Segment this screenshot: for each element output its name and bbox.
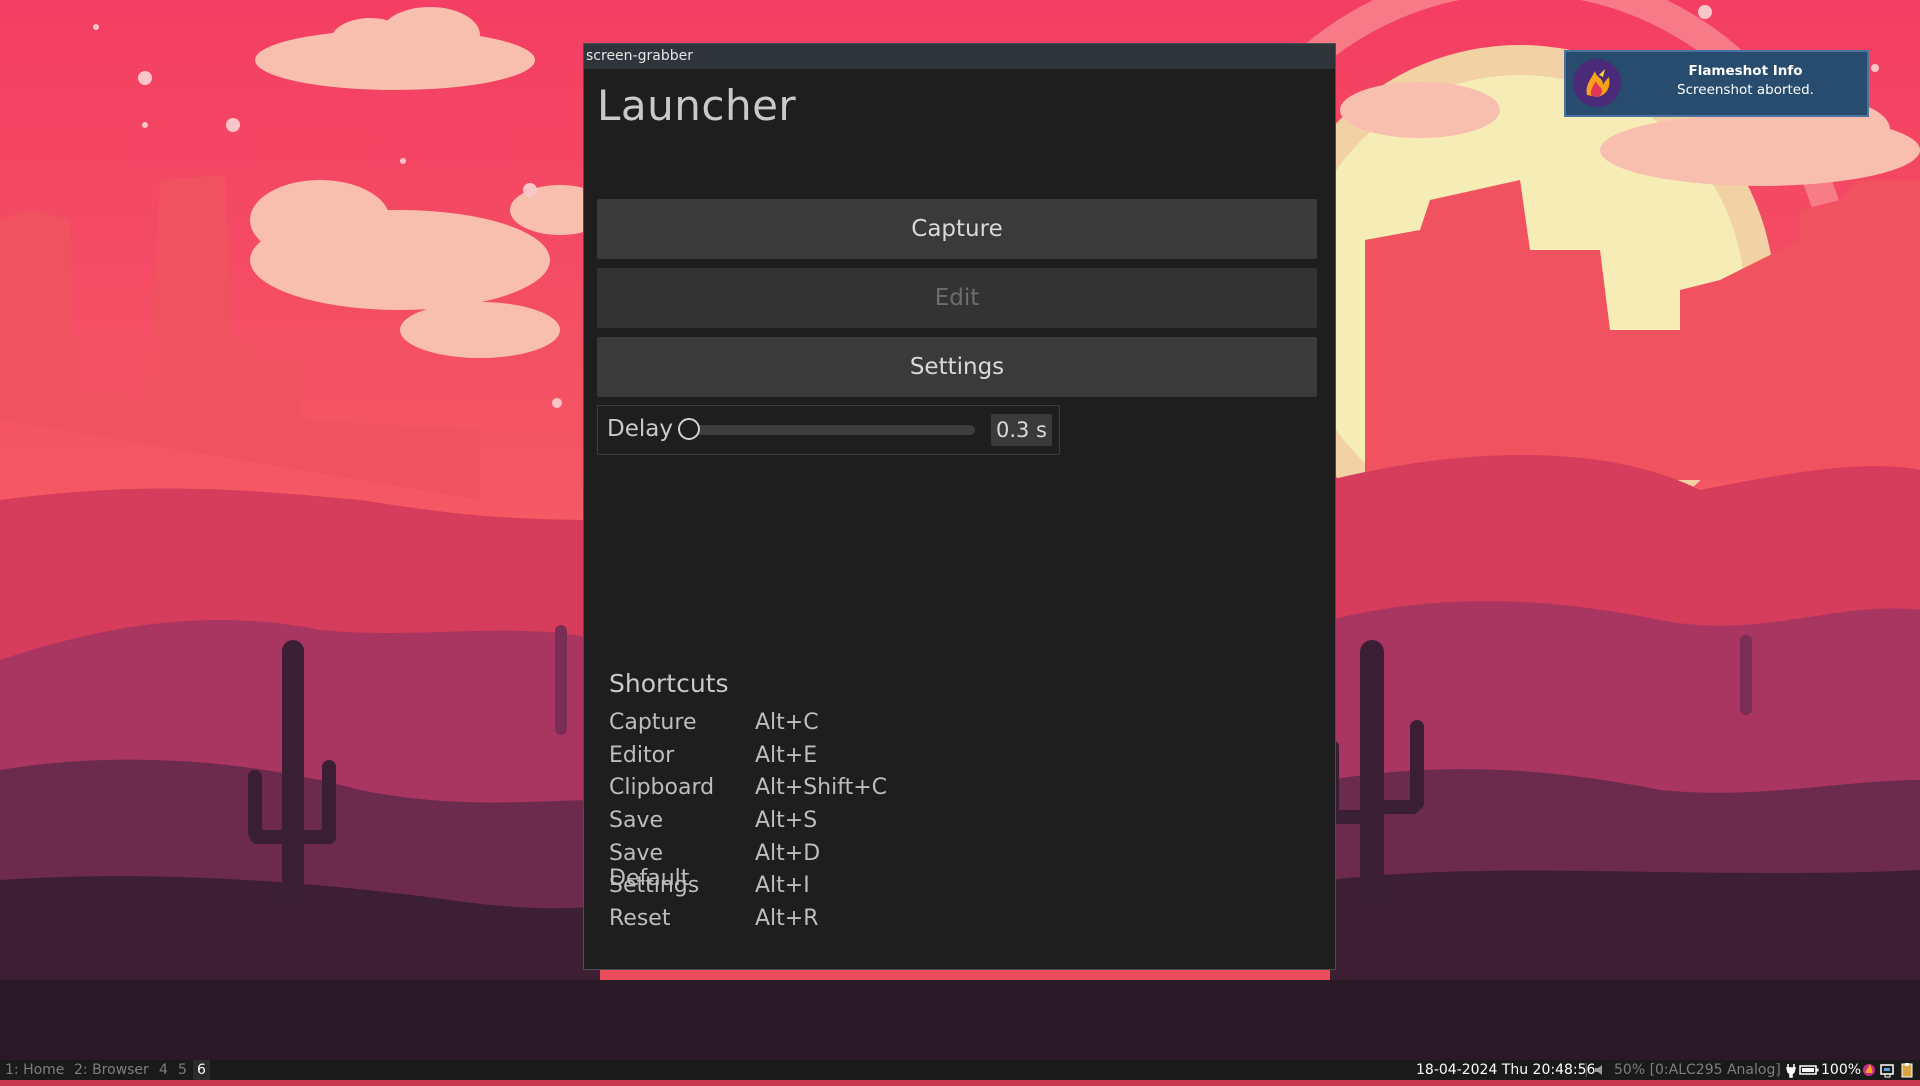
- delay-slider-track[interactable]: [678, 425, 975, 435]
- shortcut-key: Alt+R: [755, 906, 819, 932]
- launcher-window: screen-grabber Launcher Capture Edit Set…: [583, 43, 1336, 970]
- settings-button[interactable]: Settings: [597, 337, 1317, 397]
- power-plug-icon: [1785, 1060, 1797, 1080]
- delay-slider-handle[interactable]: [678, 418, 700, 440]
- shortcut-key: Alt+C: [755, 710, 819, 735]
- launcher-heading: Launcher: [597, 81, 797, 130]
- delay-value: 0.3 s: [991, 414, 1052, 446]
- shortcut-name: Capture: [609, 710, 697, 735]
- workspace-4[interactable]: 4: [159, 1060, 168, 1080]
- status-bar: 1: Home 2: Browser 4 5 6 18-04-2024 Thu …: [0, 1060, 1920, 1080]
- window-titlebar[interactable]: screen-grabber: [584, 44, 1335, 69]
- status-separator: |: [1776, 1062, 1781, 1078]
- shortcuts-heading: Shortcuts: [609, 669, 729, 698]
- notification-body: Screenshot aborted.: [1677, 82, 1814, 98]
- workspace-1[interactable]: 1: Home: [5, 1060, 64, 1080]
- clock: 18-04-2024 Thu 20:48:56: [1416, 1062, 1596, 1078]
- flameshot-tray-icon[interactable]: [1862, 1060, 1876, 1080]
- battery-icon: [1799, 1060, 1819, 1080]
- status-separator: |: [1584, 1062, 1589, 1078]
- workspace-6[interactable]: 6: [193, 1060, 210, 1080]
- shortcut-key: Alt+D: [755, 840, 821, 866]
- capture-button[interactable]: Capture: [597, 199, 1317, 259]
- flameshot-icon: [1573, 59, 1621, 107]
- notification-title: Flameshot Info: [1688, 63, 1803, 79]
- workspace-2[interactable]: 2: Browser: [74, 1060, 149, 1080]
- network-icon[interactable]: [1880, 1060, 1896, 1080]
- clipboard-icon[interactable]: [1900, 1060, 1914, 1080]
- shortcut-name: Reset: [609, 906, 671, 932]
- battery-level: 100%: [1821, 1062, 1862, 1078]
- notification-popup[interactable]: Flameshot Info Screenshot aborted.: [1564, 50, 1869, 117]
- shortcut-key: Alt+S: [755, 808, 818, 834]
- delay-control: Delay 0.3 s: [597, 405, 1060, 455]
- workspace-5[interactable]: 5: [178, 1060, 187, 1080]
- edit-button: Edit: [597, 268, 1317, 328]
- shortcut-key: Alt+I: [755, 873, 810, 899]
- delay-label: Delay: [607, 416, 673, 442]
- shortcut-name: Editor: [609, 742, 675, 768]
- volume-status[interactable]: 50% [0:ALC295 Analog]: [1614, 1060, 1781, 1080]
- shortcut-key: Alt+E: [755, 742, 818, 768]
- shortcut-name: Clipboard: [609, 775, 715, 801]
- shortcut-name: Save: [609, 808, 664, 834]
- shortcut-name: Settings: [609, 873, 700, 899]
- shortcut-key: Alt+Shift+C: [755, 775, 888, 801]
- volume-icon[interactable]: [1594, 1060, 1606, 1080]
